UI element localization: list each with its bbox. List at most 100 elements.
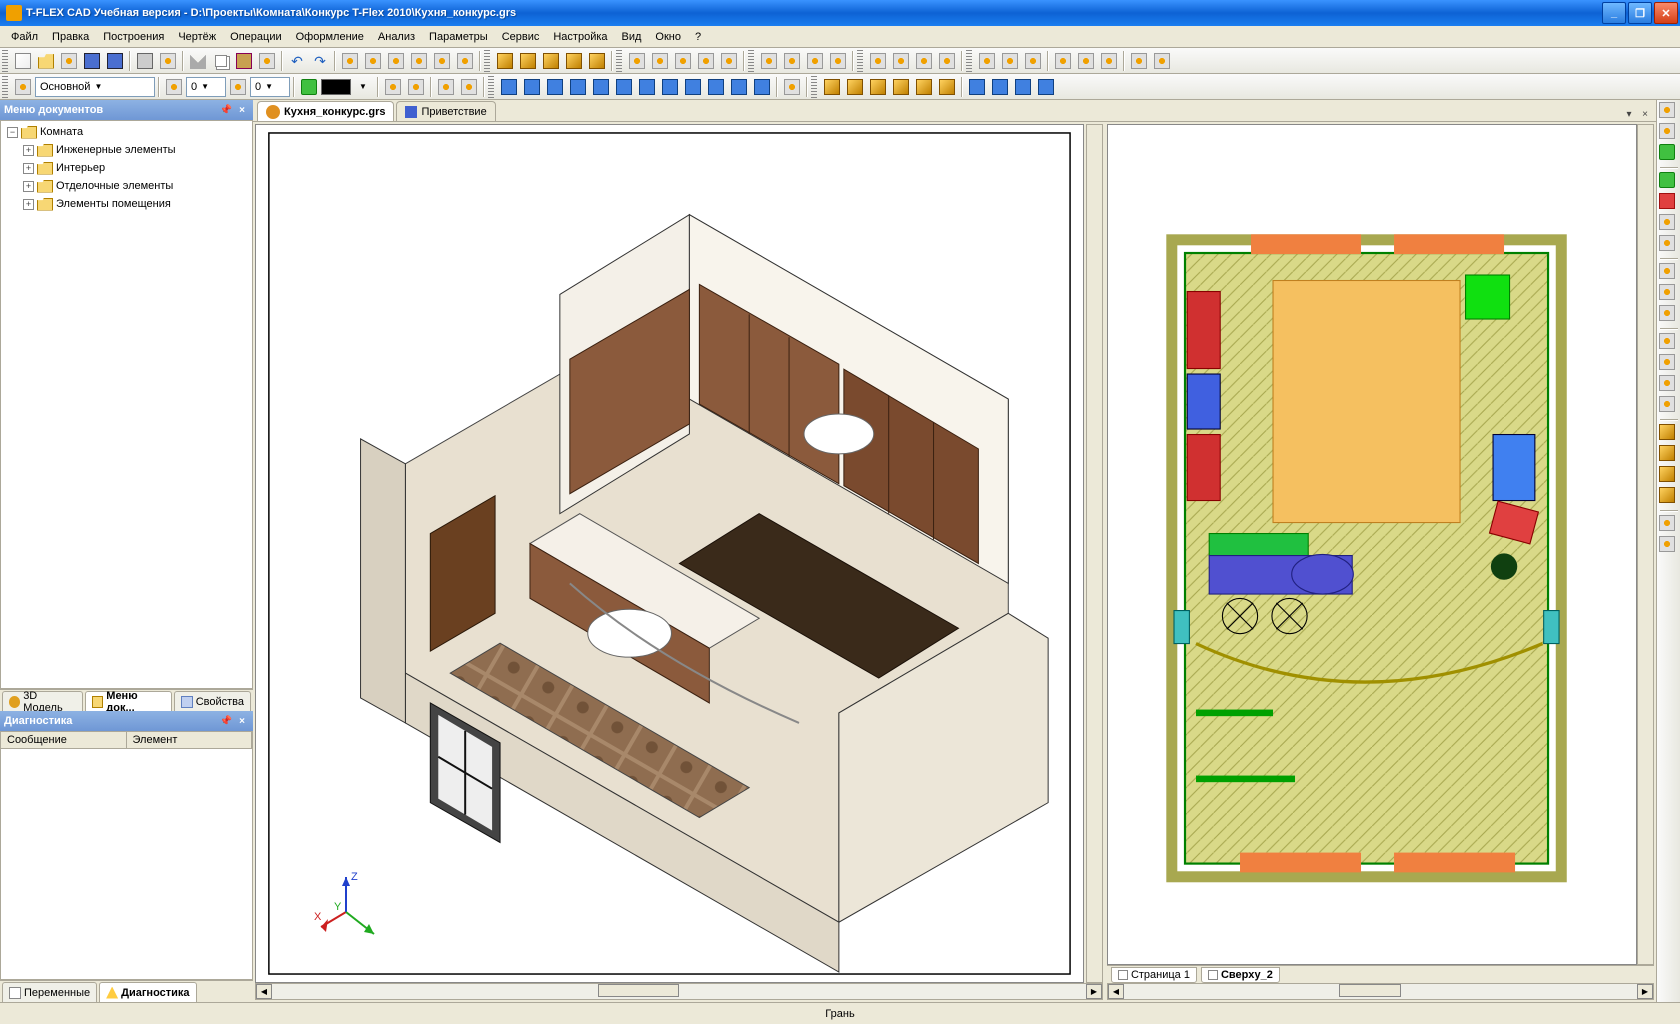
collapse-icon[interactable]: − [7, 127, 18, 138]
rt-explode-button[interactable] [1659, 305, 1679, 325]
page-tab-top2[interactable]: Сверху_2 [1201, 967, 1280, 983]
color-swatch[interactable] [321, 79, 351, 95]
snap-tan-button[interactable] [590, 76, 612, 98]
tree-root[interactable]: − Комната [3, 123, 250, 141]
rt-orbit-button[interactable] [1659, 144, 1679, 164]
toolbar-grip[interactable] [2, 50, 8, 72]
edge-button[interactable] [758, 50, 780, 72]
table-button[interactable] [1052, 50, 1074, 72]
menu-analysis[interactable]: Анализ [371, 29, 422, 45]
assembly-button[interactable] [827, 50, 849, 72]
extrude-button[interactable] [966, 76, 988, 98]
rt-pan-button[interactable] [1659, 123, 1679, 143]
redo-button[interactable]: ↷ [309, 50, 331, 72]
maximize-button[interactable]: ❐ [1628, 2, 1652, 24]
doc-tab-kitchen[interactable]: Кухня_конкурс.grs [257, 101, 394, 121]
lineweight-icon[interactable] [227, 76, 249, 98]
menu-constructions[interactable]: Построения [96, 29, 171, 45]
attach-button[interactable] [1128, 50, 1150, 72]
tab-doc-menu[interactable]: Меню док... [85, 691, 172, 711]
render-button[interactable] [695, 50, 717, 72]
view-custom-button[interactable] [586, 50, 608, 72]
links-button[interactable] [431, 50, 453, 72]
diag-col-message[interactable]: Сообщение [1, 732, 127, 748]
rt-light-button[interactable] [1659, 536, 1679, 556]
undo-button[interactable]: ↶ [286, 50, 308, 72]
color-button[interactable] [298, 76, 320, 98]
rt-zoom-minus-button[interactable] [1659, 193, 1679, 213]
scrollbar-vertical[interactable] [1086, 124, 1103, 983]
color-dropdown[interactable]: ▼ [352, 76, 374, 98]
print-button[interactable] [134, 50, 156, 72]
minimize-button[interactable]: _ [1602, 2, 1626, 24]
tab-properties[interactable]: Свойства [174, 691, 251, 711]
zoom-in-button[interactable] [890, 50, 912, 72]
scroll-right-button[interactable]: ▶ [1637, 984, 1653, 999]
rt-section-button[interactable] [1659, 263, 1679, 283]
check-button[interactable] [385, 50, 407, 72]
box-button[interactable] [821, 76, 843, 98]
body-button[interactable] [804, 50, 826, 72]
linescale-combo[interactable]: 0▼ [250, 77, 290, 97]
wedge-button[interactable] [936, 76, 958, 98]
view-side-button[interactable] [563, 50, 585, 72]
menu-edit[interactable]: Правка [45, 29, 96, 45]
panel-close-button[interactable]: × [235, 714, 249, 728]
material-button[interactable] [382, 76, 404, 98]
scrollbar-horizontal[interactable]: ◀ ▶ [255, 983, 1103, 1000]
torus-button[interactable] [913, 76, 935, 98]
tab-variables[interactable]: Переменные [2, 982, 97, 1002]
diag-col-element[interactable]: Элемент [127, 732, 253, 748]
toolbar-grip[interactable] [616, 50, 622, 72]
tab-close-button[interactable]: × [1638, 107, 1652, 121]
tab-diagnostics[interactable]: Диагностика [99, 982, 196, 1002]
menu-parameters[interactable]: Параметры [422, 29, 495, 45]
lineweight-combo[interactable]: 0▼ [186, 77, 226, 97]
linetype-button[interactable] [163, 76, 185, 98]
rt-top-button[interactable] [1659, 424, 1679, 444]
rt-hidden-button[interactable] [1659, 396, 1679, 416]
snap-quad-button[interactable] [682, 76, 704, 98]
save-all-button[interactable] [104, 50, 126, 72]
snap-ext-button[interactable] [728, 76, 750, 98]
tree-child[interactable]: + Интерьер [3, 159, 250, 177]
diagnostics-list[interactable] [1, 749, 252, 979]
paste-button[interactable] [233, 50, 255, 72]
rt-xray-button[interactable] [1659, 333, 1679, 353]
snap-button[interactable] [999, 50, 1021, 72]
menu-drawing[interactable]: Чертёж [171, 29, 223, 45]
rt-front-button[interactable] [1659, 445, 1679, 465]
hidden-button[interactable] [672, 50, 694, 72]
rt-right-button[interactable] [1659, 466, 1679, 486]
expand-icon[interactable]: + [23, 181, 34, 192]
osmode-button[interactable] [781, 76, 803, 98]
ruler-button[interactable] [454, 50, 476, 72]
toolbar-grip[interactable] [748, 50, 754, 72]
document-tree[interactable]: − Комната + Инженерные элементы + Интерь… [0, 120, 253, 689]
layer-combo[interactable]: Основной▼ [35, 77, 155, 97]
tree-child[interactable]: + Инженерные элементы [3, 141, 250, 159]
menu-view[interactable]: Вид [615, 29, 649, 45]
detach-button[interactable] [1151, 50, 1173, 72]
scrollbar-horizontal-2[interactable]: ◀ ▶ [1107, 983, 1654, 1000]
rt-wire-button[interactable] [1659, 375, 1679, 395]
ortho-button[interactable] [1022, 50, 1044, 72]
snap-mid-button[interactable] [521, 76, 543, 98]
info-button[interactable] [408, 50, 430, 72]
snap-perp-button[interactable] [613, 76, 635, 98]
light-button[interactable] [718, 50, 740, 72]
close-button[interactable]: ✕ [1654, 2, 1678, 24]
rt-clip-button[interactable] [1659, 284, 1679, 304]
menu-help[interactable]: ? [688, 29, 708, 45]
rt-zoom-win-button[interactable] [1659, 235, 1679, 255]
page-tab-1[interactable]: Страница 1 [1111, 967, 1197, 983]
expand-icon[interactable]: + [23, 163, 34, 174]
snap-int-button[interactable] [567, 76, 589, 98]
scroll-left-button[interactable]: ◀ [1108, 984, 1124, 999]
menu-design[interactable]: Оформление [289, 29, 371, 45]
tree-child[interactable]: + Отделочные элементы [3, 177, 250, 195]
scrollbar-vertical[interactable] [1637, 124, 1654, 965]
copy-button[interactable] [210, 50, 232, 72]
menu-window[interactable]: Окно [648, 29, 688, 45]
toolbar-grip[interactable] [484, 50, 490, 72]
